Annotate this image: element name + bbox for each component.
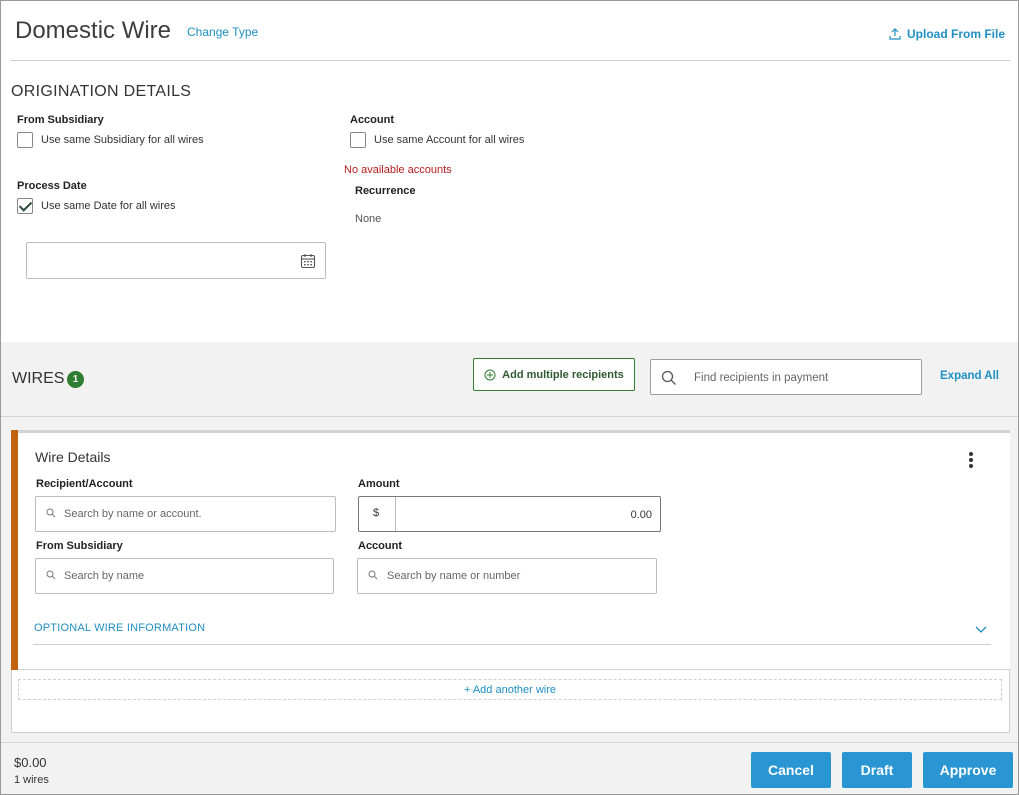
currency-divider — [395, 497, 396, 531]
wire-account-input[interactable]: Search by name or number — [357, 558, 657, 594]
recipient-search-input[interactable]: Search by name or account. — [35, 496, 336, 532]
same-account-label: Use same Account for all wires — [374, 134, 525, 146]
footer-wire-count: 1 wires — [14, 774, 49, 786]
approve-button[interactable]: Approve — [923, 752, 1013, 788]
add-another-wire-label: + Add another wire — [463, 684, 557, 696]
find-recipients-input[interactable]: Find recipients in payment — [650, 359, 922, 395]
page-title: Domestic Wire — [15, 17, 172, 44]
origination-heading: ORIGINATION DETAILS — [11, 83, 192, 100]
optional-info-toggle[interactable]: OPTIONAL WIRE INFORMATION — [33, 618, 991, 645]
same-subsidiary-label: Use same Subsidiary for all wires — [41, 134, 204, 146]
from-subsidiary-label: From Subsidiary — [17, 114, 104, 126]
currency-symbol: $ — [373, 507, 380, 519]
no-accounts-message: No available accounts — [344, 164, 452, 176]
recipient-label: Recipient/Account — [36, 478, 133, 490]
search-icon — [368, 570, 378, 580]
wire-subsidiary-placeholder: Search by name — [64, 570, 145, 582]
amount-value: 0.00 — [630, 509, 652, 521]
search-icon — [661, 370, 676, 385]
wire-subsidiary-label: From Subsidiary — [36, 540, 123, 552]
wire-account-label: Account — [358, 540, 402, 552]
recipient-placeholder: Search by name or account. — [64, 508, 202, 520]
upload-from-file-label: Upload From File — [907, 27, 1006, 41]
process-date-label: Process Date — [17, 180, 87, 192]
search-icon — [46, 570, 56, 580]
search-icon — [46, 508, 56, 518]
wire-details-title: Wire Details — [35, 449, 111, 465]
same-date-checkbox[interactable] — [17, 198, 33, 214]
account-label: Account — [350, 114, 394, 126]
footer-total: $0.00 — [14, 755, 47, 770]
more-options-icon[interactable] — [964, 451, 978, 471]
amount-input[interactable]: $ 0.00 — [358, 496, 661, 532]
wires-count-badge: 1 — [67, 371, 84, 388]
upload-from-file-button[interactable]: Upload From File — [889, 27, 1005, 41]
add-another-wire-button[interactable]: + Add another wire — [18, 679, 1002, 700]
wires-heading: WIRES — [12, 370, 65, 387]
expand-all-link[interactable]: Expand All — [940, 370, 999, 382]
draft-button[interactable]: Draft — [842, 752, 912, 788]
wire-subsidiary-input[interactable]: Search by name — [35, 558, 334, 594]
add-multiple-recipients-button[interactable]: Add multiple recipients — [473, 358, 635, 391]
change-type-link[interactable]: Change Type — [187, 25, 258, 39]
find-recipients-placeholder: Find recipients in payment — [694, 372, 829, 384]
calendar-icon[interactable] — [300, 253, 316, 269]
same-date-label: Use same Date for all wires — [41, 200, 176, 212]
recurrence-label: Recurrence — [355, 185, 416, 197]
plus-circle-icon — [484, 369, 496, 380]
process-date-input[interactable] — [26, 242, 326, 279]
recurrence-value: None — [355, 213, 382, 225]
wire-account-placeholder: Search by name or number — [387, 570, 521, 582]
header-divider — [10, 60, 1010, 61]
optional-info-label: OPTIONAL WIRE INFORMATION — [34, 622, 206, 634]
upload-icon — [889, 28, 901, 40]
chevron-down-icon — [975, 626, 987, 633]
cancel-button[interactable]: Cancel — [751, 752, 831, 788]
wires-header-divider — [1, 416, 1018, 417]
wire-card-accent-bar — [11, 430, 18, 670]
same-account-checkbox[interactable] — [350, 132, 366, 148]
same-subsidiary-checkbox[interactable] — [17, 132, 33, 148]
amount-label: Amount — [358, 478, 400, 490]
add-multiple-recipients-label: Add multiple recipients — [502, 368, 624, 381]
